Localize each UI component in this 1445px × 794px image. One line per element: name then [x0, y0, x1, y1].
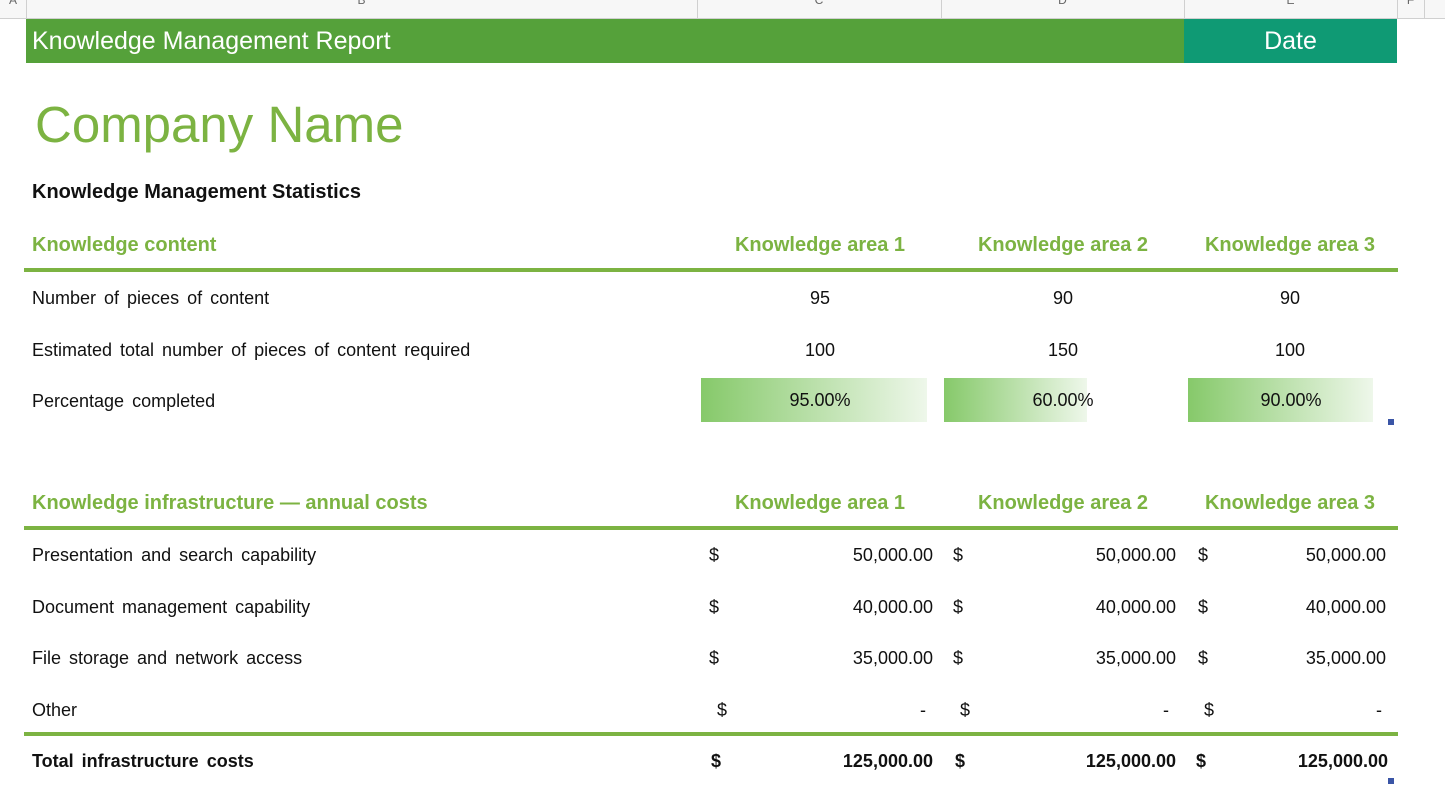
cost-section-header[interactable]: Knowledge infrastructure — annual costs: [32, 492, 428, 515]
currency-symbol: $: [960, 700, 971, 720]
company-name[interactable]: Company Name: [35, 95, 403, 154]
column-header-b[interactable]: B: [26, 0, 698, 18]
document-area-3[interactable]: 40,000.00: [1230, 597, 1386, 618]
row-label-document[interactable]: Document management capability: [32, 597, 310, 618]
currency-symbol: $: [1196, 751, 1207, 771]
report-title: Knowledge Management Report: [32, 27, 391, 55]
report-title-bar[interactable]: Knowledge Management Report: [26, 19, 1184, 63]
percent-cell-area-3[interactable]: 90.00%: [1188, 378, 1394, 422]
column-letter: E: [1286, 0, 1295, 7]
row-label-total[interactable]: Total infrastructure costs: [32, 751, 254, 772]
row-label-other[interactable]: Other: [32, 700, 77, 721]
currency-symbol: $: [1198, 597, 1209, 617]
date-label: Date: [1264, 27, 1317, 55]
currency-symbol: $: [955, 751, 966, 771]
row-label-estimated[interactable]: Estimated total number of pieces of cont…: [32, 340, 470, 361]
row-label-presentation[interactable]: Presentation and search capability: [32, 545, 316, 566]
column-header-f[interactable]: F: [1397, 0, 1425, 18]
percent-value: 90.00%: [1260, 390, 1322, 410]
column-header-row: A B C D E F: [0, 0, 1445, 19]
file-storage-area-2[interactable]: 35,000.00: [1003, 648, 1176, 669]
presentation-area-2[interactable]: 50,000.00: [1003, 545, 1176, 566]
selection-fill-handle[interactable]: [1388, 419, 1394, 425]
total-area-2[interactable]: 125,000.00: [1003, 751, 1176, 772]
currency-symbol: $: [1198, 648, 1209, 668]
other-area-1[interactable]: -: [760, 700, 926, 721]
other-area-3[interactable]: -: [1230, 700, 1382, 721]
currency-symbol: $: [709, 545, 720, 565]
column-letter: A: [8, 0, 17, 7]
pieces-area-2[interactable]: 90: [943, 288, 1183, 309]
other-area-2[interactable]: -: [1003, 700, 1169, 721]
estimated-area-2[interactable]: 150: [943, 340, 1183, 361]
row-label-pieces[interactable]: Number of pieces of content: [32, 288, 269, 309]
currency-symbol: $: [717, 700, 728, 720]
presentation-area-1[interactable]: 50,000.00: [760, 545, 933, 566]
currency-symbol: $: [709, 597, 720, 617]
currency-symbol: $: [953, 648, 964, 668]
column-letter: C: [814, 0, 824, 7]
column-header-d[interactable]: D: [941, 0, 1185, 18]
column-letter: B: [357, 0, 366, 7]
content-area-2-header[interactable]: Knowledge area 2: [943, 234, 1183, 257]
percent-cell-area-1[interactable]: 95.00%: [701, 378, 939, 422]
file-storage-area-1[interactable]: 35,000.00: [760, 648, 933, 669]
column-letter: D: [1058, 0, 1067, 7]
cost-area-1-header[interactable]: Knowledge area 1: [700, 492, 940, 515]
content-area-1-header[interactable]: Knowledge area 1: [700, 234, 940, 257]
stats-title[interactable]: Knowledge Management Statistics: [32, 181, 361, 204]
currency-symbol: $: [953, 597, 964, 617]
row-label-percentage[interactable]: Percentage completed: [32, 391, 215, 412]
estimated-area-1[interactable]: 100: [700, 340, 940, 361]
total-rule: [24, 732, 1398, 736]
selection-fill-handle[interactable]: [1388, 778, 1394, 784]
currency-symbol: $: [1198, 545, 1209, 565]
content-area-3-header[interactable]: Knowledge area 3: [1187, 234, 1393, 257]
content-section-header[interactable]: Knowledge content: [32, 234, 216, 257]
column-header-e[interactable]: E: [1184, 0, 1398, 18]
percent-value: 95.00%: [789, 390, 851, 410]
currency-symbol: $: [709, 648, 720, 668]
column-header-a[interactable]: A: [0, 0, 27, 18]
date-cell[interactable]: Date: [1184, 19, 1397, 63]
cost-area-3-header[interactable]: Knowledge area 3: [1187, 492, 1393, 515]
currency-symbol: $: [1204, 700, 1215, 720]
estimated-area-3[interactable]: 100: [1187, 340, 1393, 361]
document-area-2[interactable]: 40,000.00: [1003, 597, 1176, 618]
currency-symbol: $: [711, 751, 722, 771]
currency-symbol: $: [953, 545, 964, 565]
pieces-area-3[interactable]: 90: [1187, 288, 1393, 309]
row-label-file-storage[interactable]: File storage and network access: [32, 648, 302, 669]
document-area-1[interactable]: 40,000.00: [760, 597, 933, 618]
presentation-area-3[interactable]: 50,000.00: [1230, 545, 1386, 566]
column-header-c[interactable]: C: [697, 0, 942, 18]
total-area-3[interactable]: 125,000.00: [1230, 751, 1388, 772]
cost-area-2-header[interactable]: Knowledge area 2: [943, 492, 1183, 515]
percent-value: 60.00%: [1032, 390, 1094, 410]
column-letter: F: [1406, 0, 1415, 7]
total-area-1[interactable]: 125,000.00: [760, 751, 933, 772]
cost-header-rule: [24, 526, 1398, 530]
content-header-rule: [24, 268, 1398, 272]
percent-cell-area-2[interactable]: 60.00%: [944, 378, 1182, 422]
file-storage-area-3[interactable]: 35,000.00: [1230, 648, 1386, 669]
pieces-area-1[interactable]: 95: [700, 288, 940, 309]
